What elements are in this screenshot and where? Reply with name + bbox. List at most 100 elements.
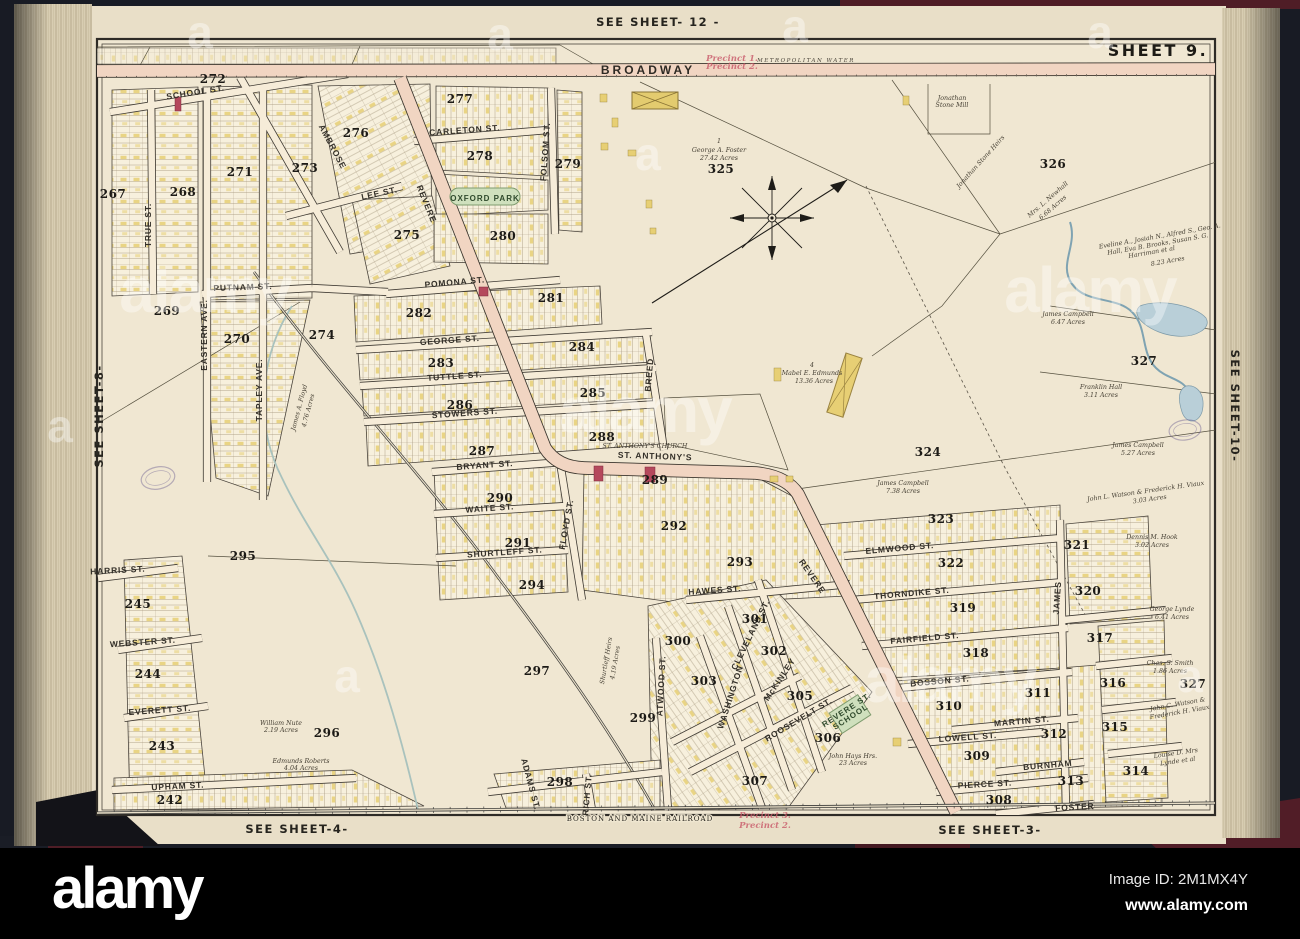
alamy-url: www.alamy.com [1124,897,1248,914]
block-267: 267 [100,187,127,201]
see-sheet-4-label: SEE SHEET-4- [245,822,348,836]
block-303: 303 [691,674,718,688]
block-313: 313 [1058,774,1085,788]
block-294: 294 [519,578,546,592]
map-label: 2.19 Acres [263,727,299,734]
see-sheet-8-label: SEE SHEET-8- [92,364,106,467]
block-281: 281 [538,291,565,305]
see-sheet-10-label: SEE SHEET-10- [1228,350,1242,463]
owner-roberts: Edmunds Roberts [271,758,330,765]
alamy-logo: alamy [52,856,204,921]
watermark-a: a [782,0,808,52]
map-label: 4.04 Acres [283,765,319,772]
block-312: 312 [1041,727,1068,741]
block-277: 277 [447,92,474,106]
broadway-label: BROADWAY [601,63,695,77]
owner-stone-mill: Jonathan [936,95,967,102]
watermark-a: a [334,650,360,702]
owner-edmunds: Mabel E. Edmunds [781,370,843,377]
block-302: 302 [761,644,788,658]
plot-1: 1 [717,138,721,145]
barn-building [631,91,679,110]
block-278: 278 [467,149,494,163]
block-317: 317 [1087,631,1114,645]
block-301: 301 [742,612,769,626]
map-label: 5.27 Acres [1121,450,1156,457]
map-label: 23 Acres [838,760,868,767]
block-315: 315 [1102,720,1129,734]
oxford-park-label: OXFORD PARK [450,194,520,203]
block-295: 295 [230,549,257,563]
block-307: 307 [742,774,769,788]
block-319: 319 [950,601,977,615]
block-270: 270 [224,332,251,346]
owner-hook: Dennis M. Hook [1125,534,1178,541]
block-245: 245 [125,597,152,611]
block-293: 293 [727,555,754,569]
block-292: 292 [661,519,688,533]
block-271: 271 [227,165,254,179]
owner-nute: William Nute [260,720,302,727]
block-326: 326 [1040,157,1067,171]
block-283: 283 [428,356,455,370]
metropolitan-water-label: METROPOLITAN WATER [756,58,855,64]
block-289: 289 [642,473,669,487]
block-306: 306 [815,731,842,745]
block-305: 305 [787,689,814,703]
block-273: 273 [292,161,319,175]
block-275: 275 [394,228,421,242]
map-label: 3.02 Acres [1135,542,1170,549]
watermark-a: a [635,128,661,180]
block-298: 298 [547,775,574,789]
watermark-a: a [487,8,513,60]
block-244: 244 [135,667,162,681]
block-276: 276 [343,126,370,140]
see-sheet-3-label: SEE SHEET-3- [938,823,1041,837]
owner-franklin-hall: Franklin Hall [1079,384,1122,391]
map-label: 3.11 Acres [1084,392,1119,399]
block-296: 296 [314,726,341,740]
street-tapley: TAPLEY AVE. [254,359,264,422]
block-243: 243 [149,739,176,753]
block-242: 242 [157,793,184,807]
alamy-stock-photo: SEE SHEET- 12 - SHEET 9. SEE SHEET-8- SEE S… [0,0,1300,939]
owner-campbell-2: James Campbell [1110,442,1164,449]
block-321: 321 [1064,538,1091,552]
owner-campbell-3: James Campbell [875,480,929,487]
sheet-title: SHEET 9. [1108,41,1208,60]
block-314: 314 [1123,764,1150,778]
watermark-alamy: alamy [559,374,733,446]
block-268: 268 [170,185,197,199]
block-291: 291 [505,536,532,550]
block-309: 309 [964,749,991,763]
precinct-2b-label: Precinct 2. [738,821,791,831]
street-foster: FOSTER [1055,801,1095,813]
block-290: 290 [487,491,514,505]
owner-foster: George A. Foster [692,147,747,154]
watermark-a: a [1087,6,1113,58]
block-280: 280 [490,229,517,243]
block-284: 284 [569,340,596,354]
map-label: Stone Mill [936,102,969,109]
block-320: 320 [1075,584,1102,598]
street-true: TRUE ST. [143,203,153,247]
see-sheet-12-label: SEE SHEET- 12 - [596,15,720,29]
map-label: 27.42 Acres [699,155,739,162]
block-322: 322 [938,556,965,570]
block-299: 299 [630,711,657,725]
block-282: 282 [406,306,433,320]
block-316: 316 [1100,676,1127,690]
map-label: 13.36 Acres [795,378,834,385]
block-323: 323 [928,512,955,526]
watermark-a: a [47,400,73,452]
watermark-alamy: alamy [864,644,1038,716]
map-label: 7.38 Acres [886,488,921,495]
block-286: 286 [447,398,474,412]
block-325: 325 [708,162,735,176]
block-300: 300 [665,634,692,648]
map-label: 4 [809,362,814,369]
block-327: 327 [1131,354,1158,368]
owner-hays: John Hays Hrs. [827,753,877,760]
block-287: 287 [469,444,496,458]
precinct-3-label: Precinct 3. [738,811,791,821]
